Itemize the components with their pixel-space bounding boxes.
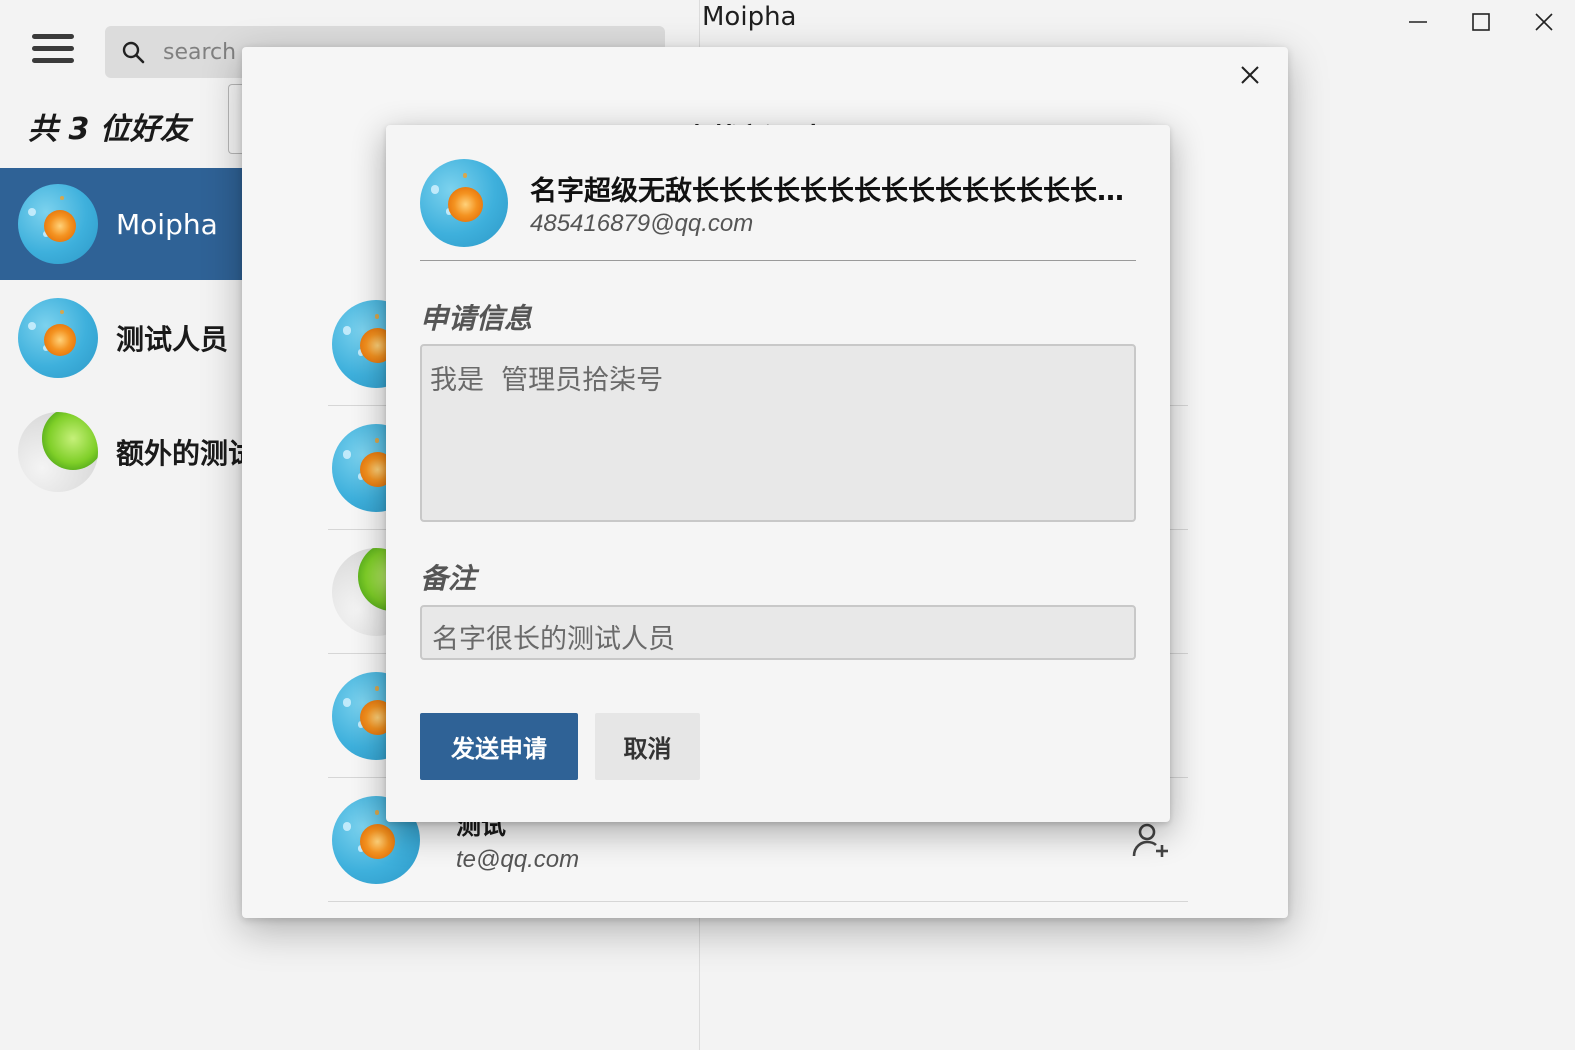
friend-request-dialog: 名字超级无敌长长长长长长长长长长长长长长长长长长长长 485416879@qq.… (386, 125, 1170, 822)
close-icon (1241, 66, 1259, 84)
avatar (18, 298, 98, 378)
minimize-icon (1408, 21, 1427, 23)
dialog-close-button[interactable] (1232, 57, 1268, 93)
avatar (420, 159, 508, 247)
send-request-button[interactable]: 发送申请 (420, 713, 578, 780)
friend-name: 额外的测试 (116, 437, 257, 470)
avatar (18, 412, 98, 492)
message-label: 申请信息 (420, 302, 533, 335)
maximize-button[interactable] (1449, 0, 1512, 44)
add-user-icon[interactable] (1130, 820, 1170, 860)
remark-label: 备注 (420, 562, 477, 595)
friend-name: Moipha (116, 207, 218, 241)
avatar (18, 184, 98, 264)
target-email: 485416879@qq.com (530, 209, 754, 237)
maximize-icon (1471, 13, 1490, 31)
window-controls (1386, 0, 1575, 44)
friend-count-label: 共 3 位好友 (28, 112, 190, 147)
remark-input[interactable]: 名字很长的测试人员 (420, 605, 1136, 660)
request-target-header: 名字超级无敌长长长长长长长长长长长长长长长长长长长长 485416879@qq.… (420, 159, 1142, 247)
friend-name: 测试人员 (116, 323, 229, 356)
search-placeholder: search (163, 39, 237, 65)
result-email: te@qq.com (456, 845, 580, 873)
window-close-button[interactable] (1512, 0, 1575, 44)
target-name: 名字超级无敌长长长长长长长长长长长长长长长长长长长长 (530, 175, 1142, 207)
window-title: Moipha (702, 2, 797, 32)
message-textarea[interactable]: 我是 管理员拾柒号 (420, 344, 1136, 522)
cancel-button[interactable]: 取消 (595, 713, 700, 780)
close-icon (1534, 13, 1553, 31)
divider (420, 260, 1136, 261)
search-icon (122, 41, 145, 64)
menu-icon[interactable] (32, 34, 74, 68)
minimize-button[interactable] (1386, 0, 1449, 44)
